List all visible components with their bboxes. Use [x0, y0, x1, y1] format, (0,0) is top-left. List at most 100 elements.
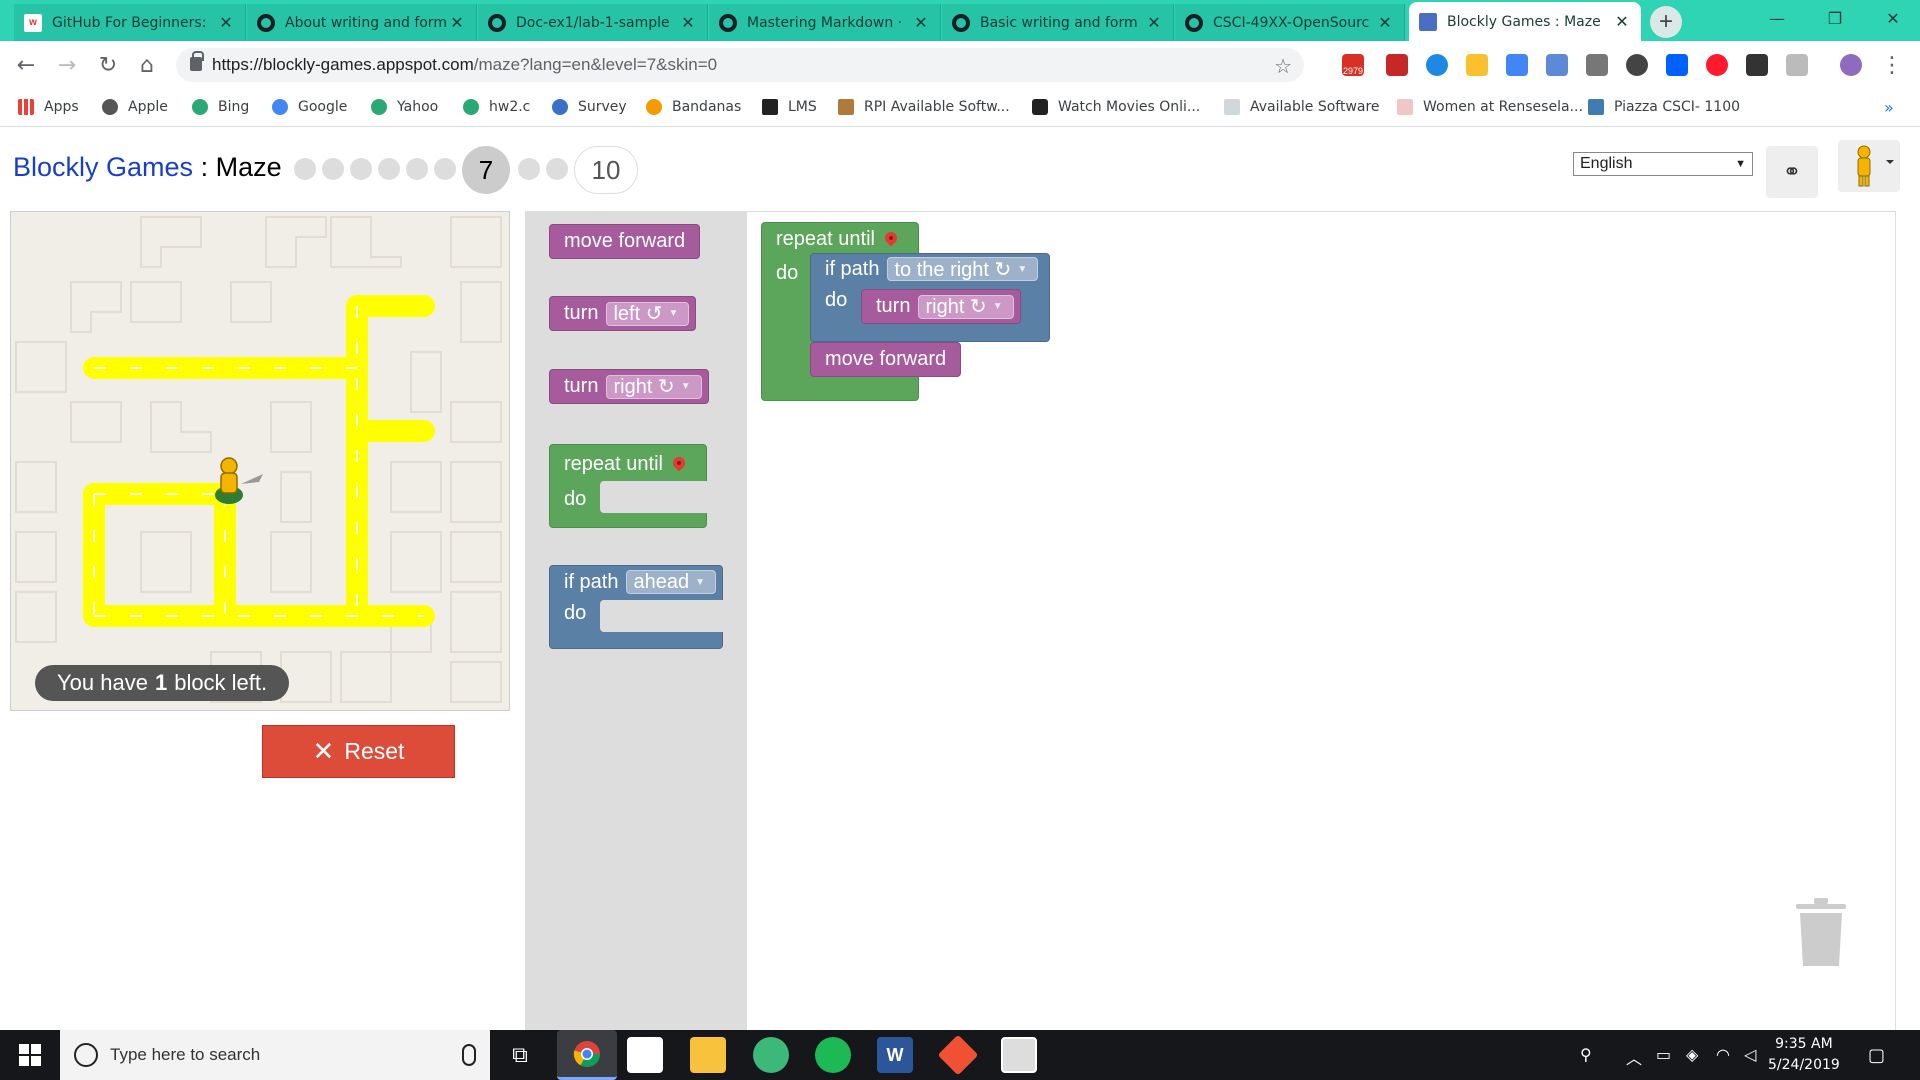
close-icon[interactable]: ✕: [1145, 13, 1163, 32]
tab-mastering-markdown[interactable]: Mastering Markdown · ✕: [709, 4, 941, 41]
tab-doc-ex1[interactable]: Doc-ex1/lab-1-sample ✕: [478, 4, 708, 41]
level-2-dot[interactable]: [322, 158, 344, 180]
book-extension-icon[interactable]: [1386, 54, 1408, 76]
turn-left-dropdown[interactable]: left ↺ ▼: [606, 301, 690, 326]
level-10-badge[interactable]: 10: [574, 146, 638, 194]
bookmark-google[interactable]: Google: [272, 89, 347, 125]
volume-muted-icon[interactable]: ◁: [1744, 1045, 1756, 1064]
reload-icon[interactable]: ↻: [96, 53, 120, 78]
bookmark-watch-movies[interactable]: Watch Movies Onli...: [1032, 89, 1200, 125]
level-1-dot[interactable]: [294, 158, 316, 180]
bookmark-available-software[interactable]: Available Software: [1224, 89, 1380, 125]
bookmark-women-rensselaer[interactable]: Women at Rensesela...: [1397, 89, 1583, 125]
close-icon[interactable]: ✕: [448, 13, 466, 32]
forward-arrow-icon[interactable]: →: [55, 53, 79, 78]
bookmark-yahoo[interactable]: Yahoo: [371, 89, 438, 125]
close-window-button[interactable]: ✕: [1864, 0, 1920, 36]
people-icon[interactable]: ⚲: [1580, 1045, 1592, 1064]
puzzle-extension-icon[interactable]: [1586, 54, 1608, 76]
photos-icon[interactable]: [1001, 1037, 1037, 1073]
translate-extension-icon[interactable]: [1506, 54, 1528, 76]
tab-blockly-games[interactable]: Blockly Games : Maze ✕: [1409, 2, 1641, 41]
gray-extension-icon[interactable]: [1786, 54, 1808, 76]
minimize-button[interactable]: —: [1748, 0, 1806, 36]
reset-button[interactable]: ✕ Reset: [262, 725, 455, 778]
bookmark-apps[interactable]: Apps: [18, 89, 79, 125]
toolbox-if-path-block[interactable]: if path ahead ▼ do: [549, 565, 724, 649]
level-3-dot[interactable]: [350, 158, 372, 180]
git-icon[interactable]: [937, 1034, 979, 1076]
bookmarks-overflow-button[interactable]: »: [1884, 89, 1894, 125]
notifications-icon[interactable]: ▢: [1868, 1045, 1885, 1066]
wifi-icon[interactable]: ◠: [1716, 1045, 1730, 1064]
bookmark-apple[interactable]: Apple: [102, 89, 168, 125]
new-tab-button[interactable]: +: [1650, 6, 1682, 38]
address-bar[interactable]: https://blockly-games.appspot.com/maze?l…: [176, 48, 1304, 82]
circle-extension-icon[interactable]: [1626, 54, 1648, 76]
bookmark-lms[interactable]: LMS: [762, 89, 817, 125]
trash-can-icon[interactable]: [1796, 898, 1846, 966]
close-icon[interactable]: ✕: [217, 13, 235, 32]
if-path-direction-dropdown[interactable]: to the right ↻ ▼: [887, 257, 1039, 281]
bookmark-rpi-software[interactable]: RPI Available Softw...: [838, 89, 1010, 125]
close-icon[interactable]: ✕: [1376, 13, 1394, 32]
start-button[interactable]: [0, 1030, 60, 1080]
level-4-dot[interactable]: [378, 158, 400, 180]
close-icon[interactable]: ✕: [679, 13, 697, 32]
camera-extension-icon[interactable]: [1546, 54, 1568, 76]
word-icon[interactable]: W: [877, 1037, 913, 1073]
chrome-taskbar-icon[interactable]: [557, 1030, 617, 1080]
system-clock[interactable]: 9:35 AM 5/24/2019: [1768, 1034, 1840, 1076]
level-5-dot[interactable]: [406, 158, 428, 180]
maximize-button[interactable]: ❐: [1806, 0, 1864, 36]
gmail-extension-icon[interactable]: 2979: [1342, 54, 1364, 76]
tray-chevron-icon[interactable]: ︿: [1626, 1045, 1642, 1069]
battery-icon[interactable]: ▭: [1656, 1045, 1671, 1064]
blockly-games-link[interactable]: Blockly Games: [13, 152, 193, 182]
file-explorer-icon[interactable]: [690, 1037, 726, 1073]
bookmark-star-icon[interactable]: ☆: [1274, 54, 1292, 79]
pegman-skin-button[interactable]: [1838, 140, 1900, 192]
store-icon[interactable]: [627, 1037, 663, 1073]
tab-csci-opensource[interactable]: CSCI-49XX-OpenSourc ✕: [1175, 4, 1405, 41]
spotify-icon[interactable]: [815, 1037, 851, 1073]
toolbox-repeat-until-block[interactable]: repeat until do: [549, 444, 708, 528]
dropbox-extension-icon[interactable]: [1666, 54, 1688, 76]
home-icon[interactable]: ⌂: [135, 53, 159, 78]
level-6-dot[interactable]: [434, 158, 456, 180]
toolbox-move-forward-block[interactable]: move forward: [549, 224, 701, 259]
level-9-dot[interactable]: [546, 158, 568, 180]
tab-about-writing[interactable]: About writing and form ✕: [247, 4, 477, 41]
cloud-extension-icon[interactable]: [1426, 54, 1448, 76]
atom-icon[interactable]: [753, 1037, 789, 1073]
close-icon[interactable]: ✕: [912, 13, 930, 32]
drive-extension-icon[interactable]: [1466, 54, 1488, 76]
if-path-dropdown[interactable]: ahead ▼: [626, 570, 717, 594]
tab-github-beginners[interactable]: w GitHub For Beginners: ✕: [14, 4, 246, 41]
current-level-badge[interactable]: 7: [462, 146, 510, 194]
bookmark-survey[interactable]: Survey: [552, 89, 627, 125]
opera-extension-icon[interactable]: [1706, 54, 1728, 76]
toolbox-turn-left-block[interactable]: turn left ↺ ▼: [549, 296, 697, 331]
bookmark-bandanas[interactable]: Bandanas: [646, 89, 741, 125]
link-button[interactable]: ⚭: [1766, 146, 1818, 198]
task-view-icon[interactable]: ⧉: [502, 1037, 538, 1073]
more-menu-icon[interactable]: ⋮: [1880, 53, 1904, 78]
blockly-workspace[interactable]: move forward turn left ↺ ▼ turn right ↻ ▼ …: [525, 211, 1896, 1047]
taskbar-search-box[interactable]: Type here to search: [60, 1030, 490, 1080]
microphone-icon[interactable]: [462, 1044, 476, 1066]
bookmark-bing[interactable]: Bing: [192, 89, 249, 125]
dropbox-tray-icon[interactable]: ◈: [1686, 1045, 1698, 1064]
bookmark-hw2c[interactable]: hw2.c: [463, 89, 530, 125]
profile-avatar[interactable]: [1840, 54, 1862, 76]
back-arrow-icon[interactable]: ←: [14, 53, 38, 78]
turn-right-dropdown[interactable]: right ↻ ▼: [606, 374, 702, 399]
close-icon[interactable]: ✕: [1613, 12, 1631, 31]
program-turn-right-block[interactable]: turn right ↻ ▼: [861, 289, 1021, 324]
program-move-forward-block[interactable]: move forward: [810, 342, 962, 377]
video-extension-icon[interactable]: [1746, 54, 1768, 76]
bookmark-piazza[interactable]: Piazza CSCI- 1100: [1588, 89, 1740, 125]
toolbox-turn-right-block[interactable]: turn right ↻ ▼: [549, 369, 709, 404]
level-8-dot[interactable]: [518, 158, 540, 180]
language-select[interactable]: English ▼: [1573, 152, 1753, 176]
